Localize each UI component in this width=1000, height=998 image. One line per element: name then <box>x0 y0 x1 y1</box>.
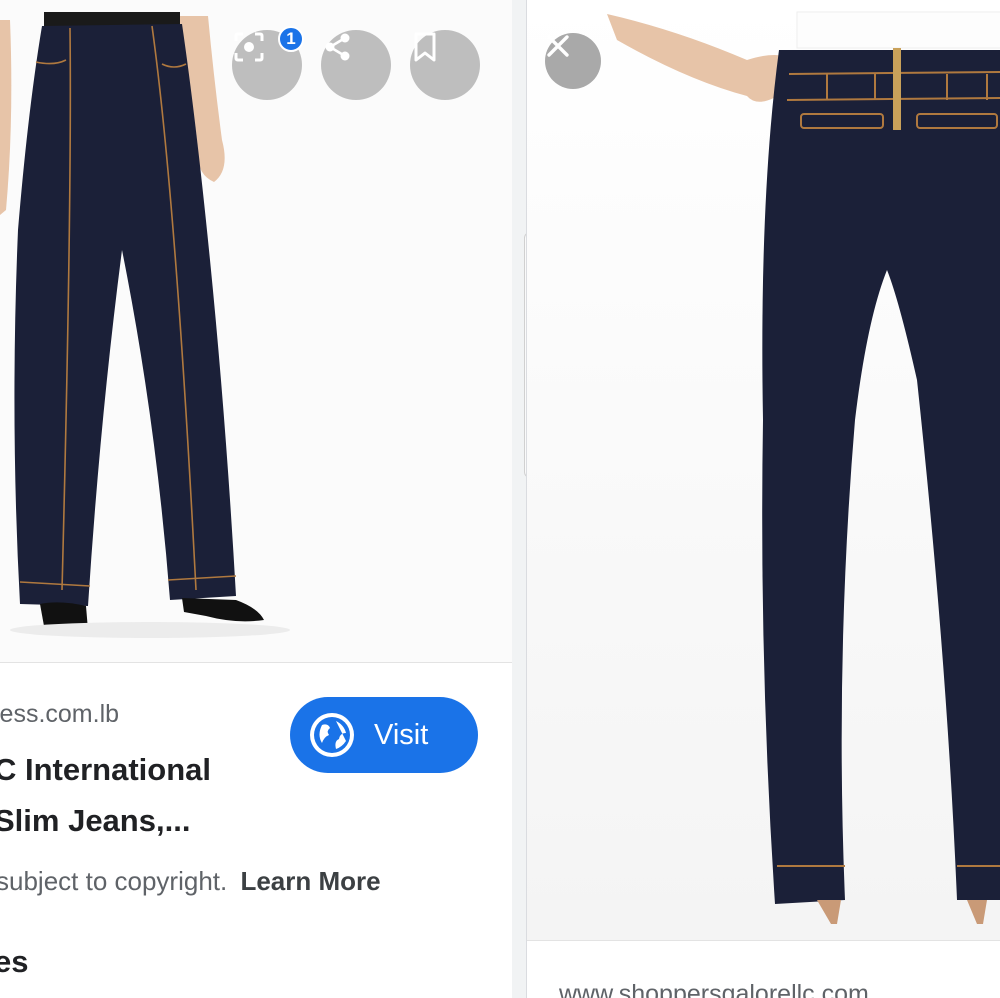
product-image-front[interactable]: 1 <box>0 0 512 662</box>
result-title-line-1[interactable]: C International <box>0 752 211 788</box>
globe-icon <box>310 713 354 757</box>
jeans-front-illustration <box>0 12 290 638</box>
copyright-text: subject to copyright. <box>0 866 228 896</box>
close-icon <box>547 35 569 57</box>
bookmark-button[interactable] <box>410 30 480 100</box>
visit-button[interactable]: Visit <box>290 697 478 773</box>
share-icon <box>325 33 350 61</box>
card-divider <box>0 662 512 663</box>
lens-button[interactable]: 1 <box>232 26 304 100</box>
source-domain[interactable]: less.com.lb <box>0 700 119 729</box>
copyright-notice: subject to copyright. Learn More <box>0 866 381 897</box>
close-button[interactable] <box>545 33 601 89</box>
product-image-back[interactable] <box>527 0 1000 940</box>
lens-icon <box>234 32 264 62</box>
left-result-card: 1 less.com.lb C International Slim Jeans… <box>0 0 512 998</box>
result-title-line-2[interactable]: Slim Jeans,... <box>0 803 190 839</box>
right-card-divider <box>527 940 1000 941</box>
learn-more-link[interactable]: Learn More <box>240 866 380 896</box>
bookmark-icon <box>414 32 436 62</box>
right-source-domain[interactable]: www.shoppersgalorellc.com <box>559 980 869 998</box>
right-result-card: www.shoppersgalorellc.com <box>526 0 1000 998</box>
section-heading: es <box>0 944 29 979</box>
share-button[interactable] <box>321 30 391 100</box>
jeans-back-illustration <box>607 11 1000 924</box>
lens-count-badge: 1 <box>278 26 304 52</box>
visit-label: Visit <box>374 718 429 751</box>
